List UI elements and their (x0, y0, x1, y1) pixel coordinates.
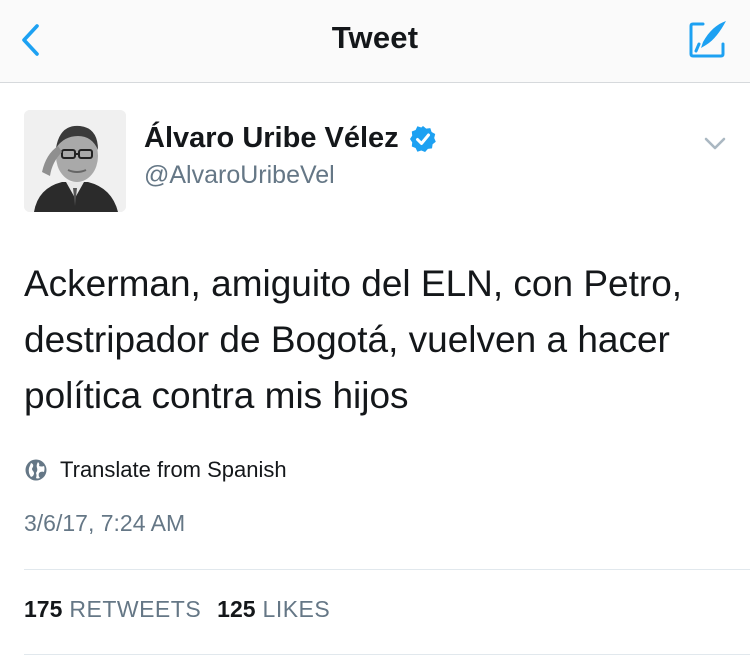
chevron-down-icon[interactable] (702, 130, 728, 156)
translate-link[interactable]: Translate from Spanish (24, 457, 287, 483)
divider (24, 569, 750, 570)
author-name-text: Álvaro Uribe Vélez (144, 122, 399, 154)
tweet-timestamp: 3/6/17, 7:24 AM (24, 510, 186, 536)
likes-count: 125 (217, 596, 256, 622)
globe-icon (25, 459, 47, 481)
retweets-count: 175 (24, 596, 63, 622)
retweets-stat[interactable]: 175 RETWEETS (24, 596, 201, 623)
author-handle[interactable]: @AlvaroUribeVel (144, 161, 335, 190)
retweets-label: RETWEETS (69, 596, 202, 622)
author-name[interactable]: Álvaro Uribe Vélez (144, 122, 437, 155)
likes-stat[interactable]: 125 LIKES (217, 596, 330, 623)
compose-tweet-icon (689, 21, 726, 58)
verified-badge-icon (409, 125, 436, 152)
navigation-bar: Tweet (0, 0, 750, 83)
page-title: Tweet (331, 20, 419, 55)
likes-label: LIKES (262, 596, 331, 622)
translate-label: Translate from Spanish (60, 457, 287, 482)
tweet-text: Ackerman, amiguito del ELN, con Petro, d… (24, 263, 683, 416)
tweet-stats: 175 RETWEETS 125 LIKES (24, 596, 346, 623)
compose-tweet-button[interactable] (686, 16, 730, 62)
divider (24, 654, 750, 655)
author-avatar[interactable] (24, 110, 126, 212)
profile-photo (24, 110, 126, 212)
